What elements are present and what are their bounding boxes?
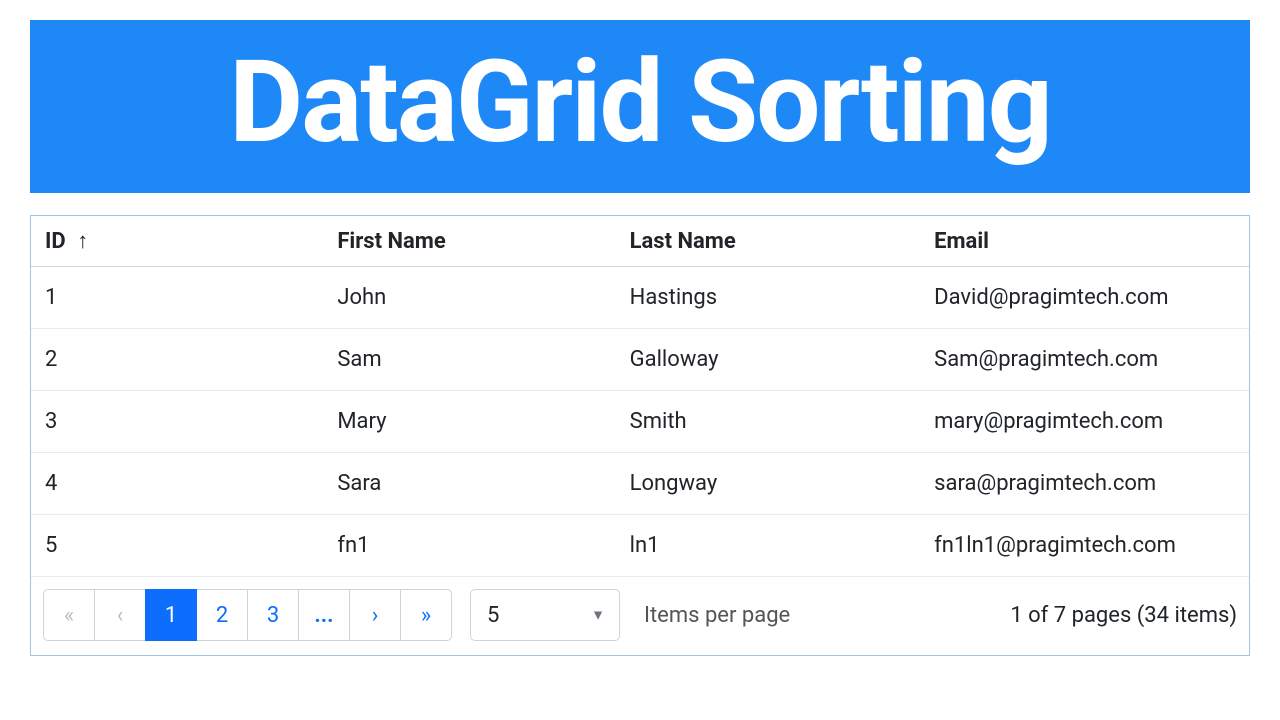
cell-last: ln1 (616, 515, 921, 577)
page-number: 2 (216, 603, 228, 628)
next-page-button[interactable]: › (349, 589, 401, 641)
table-row[interactable]: 2 Sam Galloway Sam@pragimtech.com (31, 329, 1249, 391)
cell-email: David@pragimtech.com (920, 267, 1249, 329)
cell-last: Galloway (616, 329, 921, 391)
cell-first: Mary (323, 391, 615, 453)
page-number: 3 (267, 603, 279, 628)
grid-footer: « ‹ 1 2 3 ... › » 5 (31, 577, 1249, 655)
data-table: ID ↑ First Name Last Name Email 1 John H… (31, 216, 1249, 577)
datagrid: ID ↑ First Name Last Name Email 1 John H… (30, 215, 1250, 656)
chevron-double-right-icon: » (421, 603, 431, 628)
table-row[interactable]: 1 John Hastings David@pragimtech.com (31, 267, 1249, 329)
sort-asc-icon: ↑ (77, 228, 88, 254)
header-row: ID ↑ First Name Last Name Email (31, 216, 1249, 267)
cell-email: Sam@pragimtech.com (920, 329, 1249, 391)
column-header-last-name[interactable]: Last Name (616, 216, 921, 267)
cell-last: Longway (616, 453, 921, 515)
table-row[interactable]: 5 fn1 ln1 fn1ln1@pragimtech.com (31, 515, 1249, 577)
column-header-id[interactable]: ID ↑ (31, 216, 323, 267)
cell-first: Sara (323, 453, 615, 515)
page-ellipsis-button[interactable]: ... (298, 589, 350, 641)
page-number-button[interactable]: 3 (247, 589, 299, 641)
caret-down-icon: ▼ (591, 607, 605, 624)
column-label: ID (45, 229, 66, 254)
cell-id: 4 (31, 453, 323, 515)
chevron-left-icon: ‹ (117, 603, 124, 628)
pager: « ‹ 1 2 3 ... › » (43, 589, 452, 641)
page-size-select[interactable]: 5 ▼ (470, 589, 620, 641)
cell-last: Smith (616, 391, 921, 453)
table-row[interactable]: 4 Sara Longway sara@pragimtech.com (31, 453, 1249, 515)
cell-email: mary@pragimtech.com (920, 391, 1249, 453)
cell-email: fn1ln1@pragimtech.com (920, 515, 1249, 577)
table-body: 1 John Hastings David@pragimtech.com 2 S… (31, 267, 1249, 577)
column-label: Last Name (630, 229, 736, 254)
title-banner: DataGrid Sorting (30, 20, 1250, 193)
cell-id: 1 (31, 267, 323, 329)
column-header-first-name[interactable]: First Name (323, 216, 615, 267)
page-info: 1 of 7 pages (34 items) (1010, 603, 1237, 628)
first-page-button[interactable]: « (43, 589, 95, 641)
prev-page-button[interactable]: ‹ (94, 589, 146, 641)
cell-id: 3 (31, 391, 323, 453)
page-number-button[interactable]: 2 (196, 589, 248, 641)
title-text: DataGrid Sorting (229, 35, 1051, 169)
column-label: Email (934, 229, 989, 254)
cell-id: 5 (31, 515, 323, 577)
cell-first: John (323, 267, 615, 329)
page-number: 1 (165, 603, 177, 628)
cell-first: Sam (323, 329, 615, 391)
cell-id: 2 (31, 329, 323, 391)
page-size-value: 5 (487, 603, 499, 628)
last-page-button[interactable]: » (400, 589, 452, 641)
items-per-page-label: Items per page (644, 603, 790, 628)
cell-last: Hastings (616, 267, 921, 329)
table-row[interactable]: 3 Mary Smith mary@pragimtech.com (31, 391, 1249, 453)
page-number-button[interactable]: 1 (145, 589, 197, 641)
cell-email: sara@pragimtech.com (920, 453, 1249, 515)
cell-first: fn1 (323, 515, 615, 577)
column-header-email[interactable]: Email (920, 216, 1249, 267)
chevron-right-icon: › (372, 603, 379, 628)
chevron-double-left-icon: « (64, 603, 74, 628)
ellipsis-label: ... (314, 603, 333, 628)
column-label: First Name (337, 229, 445, 254)
